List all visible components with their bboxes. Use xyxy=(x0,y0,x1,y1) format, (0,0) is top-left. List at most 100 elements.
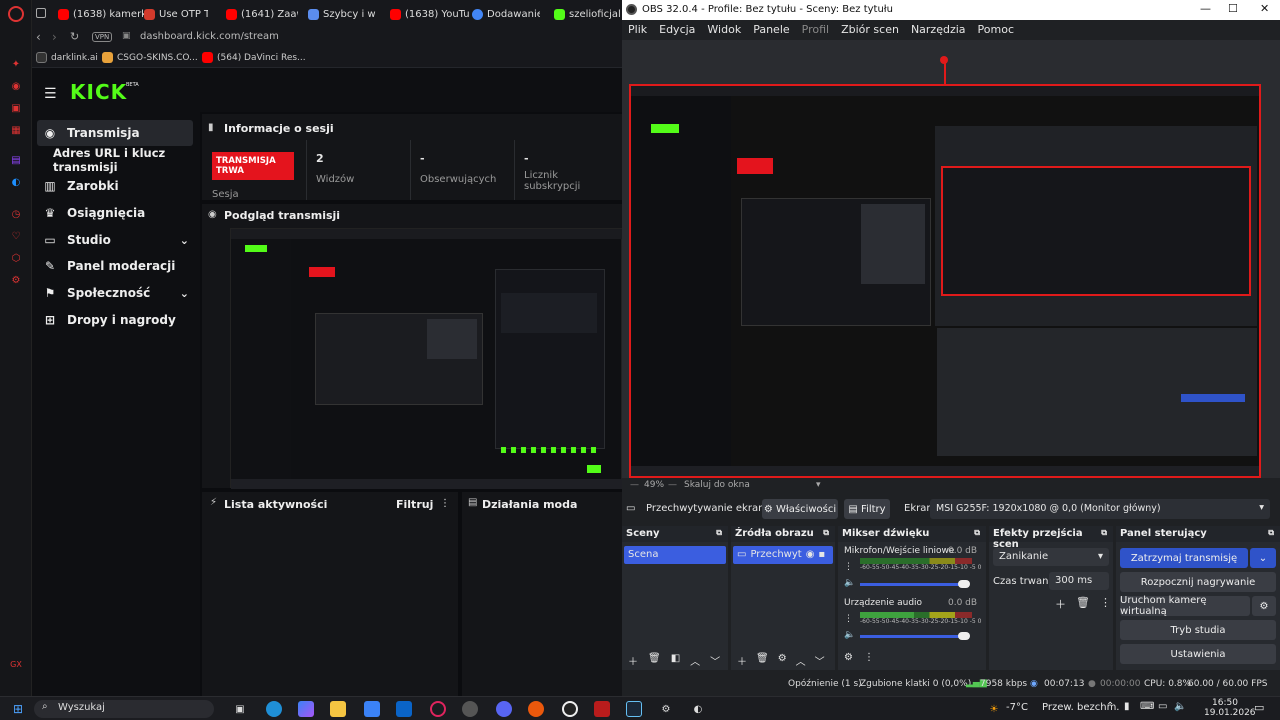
opera-icon[interactable] xyxy=(430,701,446,717)
ai-icon[interactable]: ✦ xyxy=(8,56,24,72)
task-view-icon[interactable]: ▣ xyxy=(232,701,248,717)
hamburger-menu-icon[interactable]: ☰ xyxy=(44,86,57,102)
trash-icon[interactable]: 🗑 xyxy=(1076,596,1090,612)
nav-dropy[interactable]: ⊞ Dropy i nagrody xyxy=(37,307,193,333)
news-icon[interactable]: ▦ xyxy=(8,122,24,138)
filter-button[interactable]: Filtruj xyxy=(396,498,433,511)
notification-icon[interactable]: ▭ xyxy=(1254,701,1264,714)
volume-slider-handle[interactable] xyxy=(958,632,970,640)
dock-float-icon[interactable]: ⧉ xyxy=(1268,528,1274,538)
more-icon[interactable]: ⋮ xyxy=(844,614,853,624)
stream-options-button[interactable]: ⌄ xyxy=(1250,548,1276,568)
virtual-camera-button[interactable]: Uruchom kamerę wirtualną xyxy=(1120,595,1250,617)
player-icon[interactable]: ◉ xyxy=(8,78,24,94)
settings-icon[interactable]: ⚙ xyxy=(8,272,24,288)
weather-icon[interactable]: ☀ xyxy=(986,701,1002,717)
network-icon[interactable]: ▭ xyxy=(1158,701,1167,712)
nav-panel-moderacji[interactable]: ✎ Panel moderacji xyxy=(37,253,193,279)
menu-plik[interactable]: Plik xyxy=(622,20,653,40)
chat-icon[interactable]: ▣ xyxy=(8,100,24,116)
tab[interactable]: Szybcy i wśc xyxy=(308,5,376,23)
properties-button[interactable]: ⚙ Właściwości xyxy=(762,499,838,519)
tab[interactable]: Use OTP To P xyxy=(144,5,208,23)
filters-icon[interactable]: ◧ xyxy=(671,653,680,667)
chevron-down-icon[interactable]: ▾ xyxy=(816,480,821,490)
more-icon[interactable]: ⋮ xyxy=(1100,596,1111,612)
maximize-icon[interactable]: ☐ xyxy=(1228,2,1238,15)
duration-input[interactable]: 300 ms xyxy=(1049,572,1109,590)
messenger-icon[interactable]: ◐ xyxy=(8,174,24,190)
opera-logo-icon[interactable] xyxy=(8,6,24,22)
mic-icon[interactable]: ▮ xyxy=(1124,701,1130,712)
up-icon[interactable]: ︿ xyxy=(796,653,806,668)
edge-icon[interactable] xyxy=(266,701,282,717)
download-icon[interactable]: ⬡ xyxy=(8,250,24,266)
outlook-icon[interactable] xyxy=(396,701,412,717)
more-icon[interactable]: ⋮ xyxy=(844,562,853,572)
clock-time[interactable]: 16:50 xyxy=(1212,698,1238,708)
discord-icon[interactable] xyxy=(496,701,512,717)
tab-menu-icon[interactable] xyxy=(36,8,46,18)
trash-icon[interactable]: 🗑 xyxy=(648,653,661,667)
menu-panele[interactable]: Panele xyxy=(747,20,795,40)
menu-edycja[interactable]: Edycja xyxy=(653,20,701,40)
virtual-camera-settings-button[interactable]: ⚙ xyxy=(1252,596,1276,616)
language-icon[interactable]: ⌨ xyxy=(1140,701,1154,712)
app-icon[interactable] xyxy=(462,701,478,717)
app-icon[interactable]: ◐ xyxy=(690,701,706,717)
menu-widok[interactable]: Widok xyxy=(701,20,747,40)
menu-profil[interactable]: Profil xyxy=(796,20,835,40)
filters-button[interactable]: ▤ Filtry xyxy=(844,499,890,519)
history-icon[interactable]: ◷ xyxy=(8,206,24,222)
dock-float-icon[interactable]: ⧉ xyxy=(716,528,722,538)
url-field[interactable]: dashboard.kick.com/stream xyxy=(140,31,279,42)
app-icon[interactable] xyxy=(594,701,610,717)
close-icon[interactable]: ✕ xyxy=(1260,2,1269,15)
settings-button[interactable]: Ustawienia xyxy=(1120,644,1276,664)
studio-mode-button[interactable]: Tryb studia xyxy=(1120,620,1276,640)
start-recording-button[interactable]: Rozpocznij nagrywanie xyxy=(1120,572,1276,592)
rotation-handle[interactable] xyxy=(940,56,948,64)
weather-temp[interactable]: -7°C xyxy=(1006,702,1028,713)
add-icon[interactable]: ＋ xyxy=(628,653,638,668)
down-icon[interactable]: ﹀ xyxy=(710,653,720,668)
add-icon[interactable]: ＋ xyxy=(737,653,747,668)
lock-icon[interactable]: ▪ xyxy=(818,549,825,561)
screen-select[interactable]: MSI G255F: 1920x1080 @ 0,0 (Monitor głów… xyxy=(930,499,1270,519)
dock-float-icon[interactable]: ⧉ xyxy=(1101,528,1107,538)
nav-url-key[interactable]: Adres URL i klucz transmisji xyxy=(37,146,193,174)
nav-transmisja[interactable]: ◉ Transmisja xyxy=(37,120,193,146)
dock-float-icon[interactable]: ⧉ xyxy=(974,528,980,538)
nav-spolecznosc[interactable]: ⚑ Społeczność ⌄ xyxy=(37,280,193,306)
heart-icon[interactable]: ♡ xyxy=(8,228,24,244)
source-item[interactable]: ▭ Przechwyt ◉ ▪ xyxy=(733,546,833,564)
kick-logo[interactable]: KICK xyxy=(70,80,127,104)
bookmark[interactable]: darklink.ai xyxy=(36,52,98,63)
nav-studio[interactable]: ▭ Studio ⌄ xyxy=(37,227,193,253)
back-icon[interactable]: ‹ xyxy=(36,30,41,44)
more-icon[interactable]: ⋮ xyxy=(440,498,450,509)
tray-chevron-icon[interactable]: ⌃ xyxy=(1106,701,1114,712)
bookmark[interactable]: CSGO-SKINS.CO... xyxy=(102,52,198,63)
app-icon[interactable] xyxy=(528,701,544,717)
speaker-icon[interactable]: 🔈 xyxy=(844,578,855,588)
twitch-icon[interactable]: ▤ xyxy=(8,152,24,168)
eye-icon[interactable]: ◉ xyxy=(806,549,815,561)
bookmark[interactable]: (564) DaVinci Res... xyxy=(202,52,306,63)
menu-narzedzia[interactable]: Narzędzia xyxy=(905,20,972,40)
more-icon[interactable]: ⋮ xyxy=(864,652,874,663)
volume-slider[interactable] xyxy=(860,635,966,638)
tab[interactable]: (1638) kamerk xyxy=(58,5,150,23)
vpn-badge[interactable]: VPN xyxy=(92,32,113,42)
taskbar-search[interactable]: ⌕ Wyszukaj xyxy=(34,700,214,718)
stop-stream-button[interactable]: Zatrzymaj transmisję xyxy=(1120,548,1248,568)
windows-start-icon[interactable]: ⊞ xyxy=(10,701,26,717)
mixer-gear-icon[interactable]: ⚙ xyxy=(844,652,853,663)
transition-select[interactable]: Zanikanie ▾ xyxy=(993,548,1109,566)
dock-float-icon[interactable]: ⧉ xyxy=(823,528,829,538)
trash-icon[interactable]: 🗑 xyxy=(756,653,769,667)
clock-date[interactable]: 19.01.2026 xyxy=(1204,708,1256,718)
minimize-icon[interactable]: — xyxy=(1200,2,1211,15)
menu-zbior-scen[interactable]: Zbiór scen xyxy=(835,20,905,40)
steam-icon[interactable] xyxy=(626,701,642,717)
